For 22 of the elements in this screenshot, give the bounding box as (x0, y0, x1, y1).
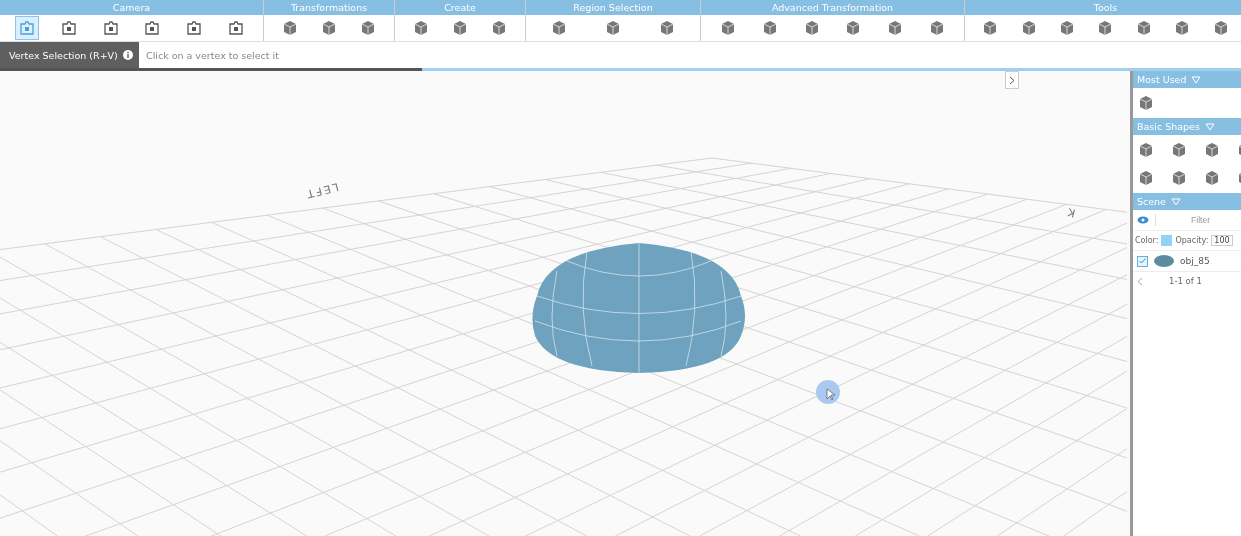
section-title: Scene (1137, 196, 1166, 207)
axis-label: LEFT (303, 180, 340, 201)
filter-field[interactable]: Filter (1155, 214, 1212, 226)
color-label: Color: (1135, 236, 1159, 245)
opacity-field[interactable]: 100 (1211, 235, 1233, 246)
mode-label: Vertex Selection (R+V) (9, 49, 118, 61)
group-label: Transformations (264, 0, 394, 15)
group-label: Tools (965, 0, 1241, 15)
axis-label: K (1066, 205, 1077, 220)
section-title: Most Used (1137, 74, 1187, 85)
section-header[interactable]: Most Used (1133, 71, 1241, 88)
opacity-label: Opacity: (1175, 236, 1209, 245)
section-header[interactable]: Basic Shapes (1133, 118, 1241, 135)
group-label: Create (395, 0, 525, 15)
pager-text: 1-1 of 1 (1169, 276, 1202, 286)
section-header[interactable]: Scene (1133, 193, 1241, 210)
hint-text: Click on a vertex to select it (145, 48, 279, 63)
object-name[interactable]: obj_85 (1180, 256, 1210, 266)
section-title: Basic Shapes (1137, 121, 1200, 132)
group-label: Camera (0, 0, 263, 15)
group-label: Advanced Transformation (701, 0, 964, 15)
group-label: Region Selection (526, 0, 700, 15)
